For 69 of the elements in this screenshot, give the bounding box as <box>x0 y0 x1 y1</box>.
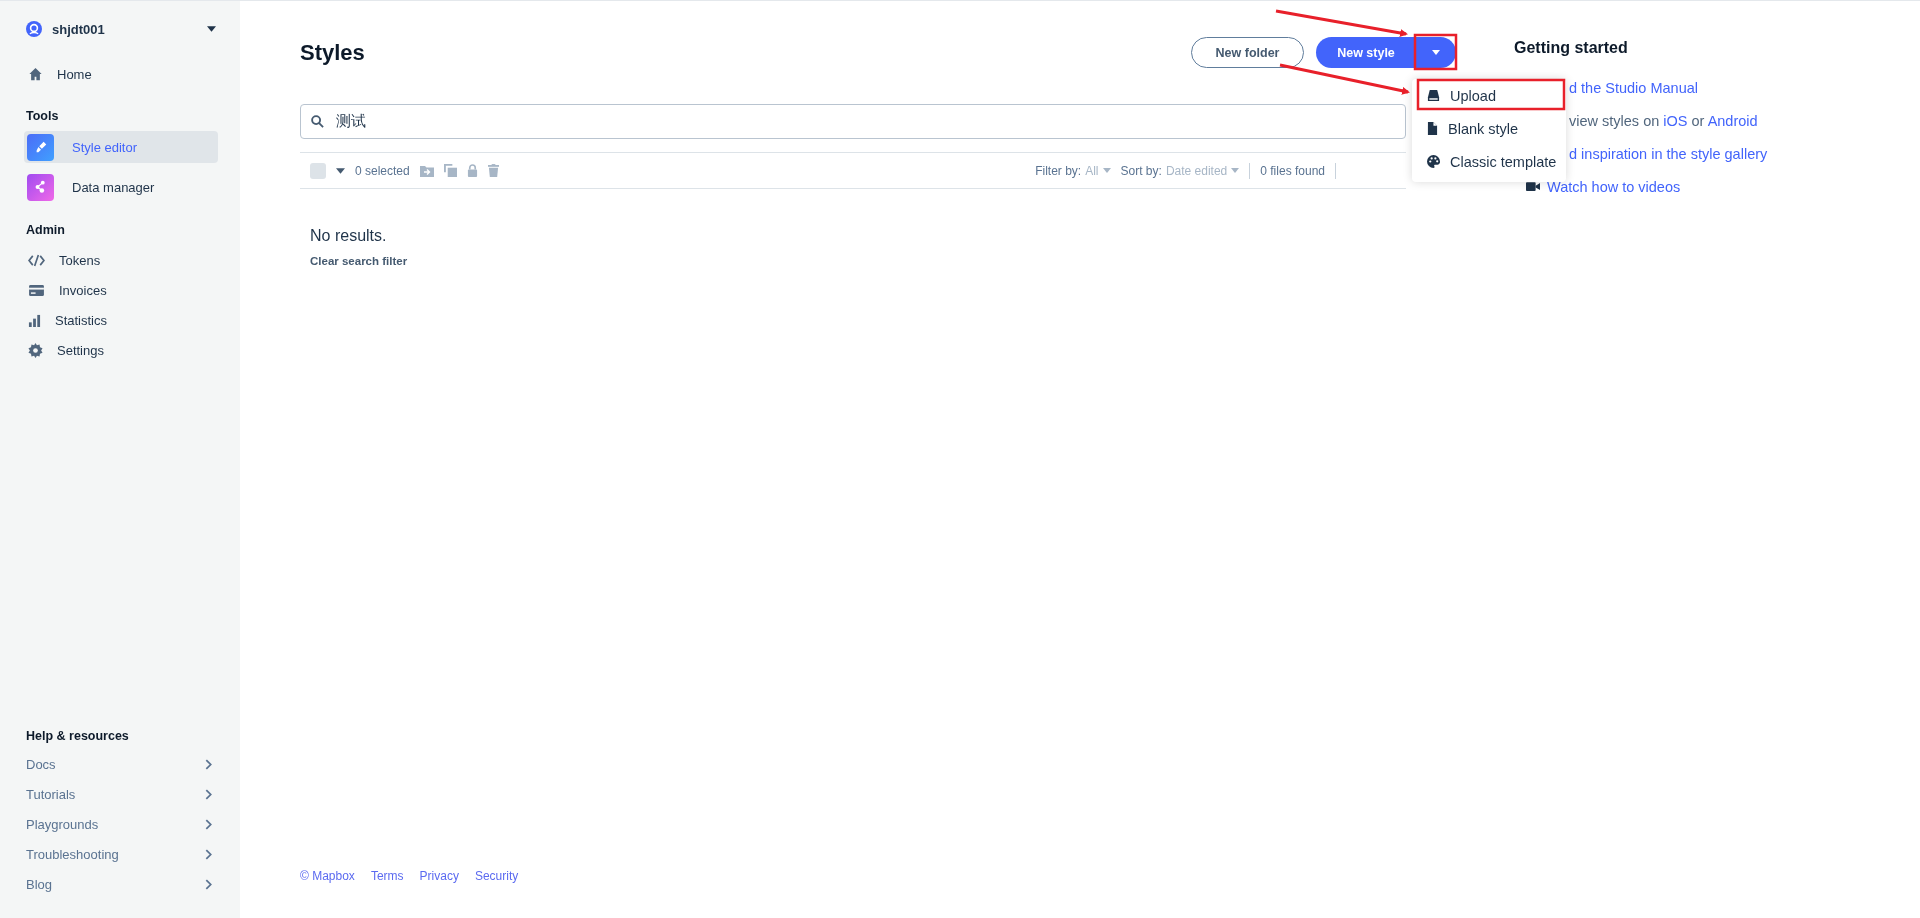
move-to-folder-icon[interactable] <box>419 164 434 177</box>
resource-link[interactable]: Docs <box>26 749 216 779</box>
help-link[interactable]: d inspiration in the style gallery <box>1569 145 1768 162</box>
nav-item[interactable]: Invoices <box>26 275 216 305</box>
selected-count: 0 selected <box>355 163 410 178</box>
help-link[interactable]: iOS <box>1663 112 1688 129</box>
resource-link[interactable]: Blog <box>26 869 216 899</box>
drive-icon <box>1427 89 1440 102</box>
menu-item[interactable]: Classic template <box>1412 145 1566 178</box>
page-title: Styles <box>300 39 365 66</box>
clear-filter-link[interactable]: Clear search filter <box>310 255 408 267</box>
filter-dropdown[interactable]: Filter by: All <box>1035 163 1111 178</box>
select-all-checkbox[interactable] <box>310 162 326 179</box>
nav-item[interactable]: Style editor <box>24 131 218 163</box>
panel-heading: Getting started <box>1514 39 1629 58</box>
nodes-icon <box>33 180 48 194</box>
palette-icon <box>1427 155 1440 168</box>
nav-item[interactable]: Home <box>26 59 216 89</box>
chevron-icon <box>205 818 212 830</box>
help-link[interactable]: d the Studio Manual <box>1569 79 1698 96</box>
resource-link[interactable]: Troubleshooting <box>26 839 216 869</box>
nav-item[interactable]: Statistics <box>26 305 216 335</box>
chevron-icon <box>205 848 212 860</box>
footer-link[interactable]: © Mapbox <box>300 869 355 883</box>
settings-icon <box>28 342 43 358</box>
section-heading: Tools <box>26 109 60 123</box>
avatar-icon <box>26 21 42 37</box>
chevron-icon <box>205 878 212 890</box>
caret-icon[interactable] <box>207 26 216 32</box>
help-text: view styles on iOS or Android <box>1569 112 1758 129</box>
duplicate-icon[interactable] <box>443 164 457 177</box>
search-field[interactable]: 测试 <box>300 104 1406 139</box>
help-link[interactable]: Android <box>1707 112 1758 129</box>
help-link[interactable]: Watch how to videos <box>1547 178 1681 195</box>
card-icon <box>28 283 45 297</box>
video-icon <box>1526 181 1540 192</box>
bar-chart-icon <box>28 313 41 327</box>
footer-link[interactable]: Security <box>474 869 519 883</box>
home-icon <box>28 67 43 81</box>
nav-item[interactable]: Data manager <box>24 171 218 203</box>
chevron-icon <box>205 758 212 770</box>
section-heading: Admin <box>26 223 66 237</box>
footer-link[interactable]: Terms <box>370 869 404 883</box>
account-name[interactable]: shjdt001 <box>52 21 207 37</box>
chevron-icon <box>205 788 212 800</box>
resource-link[interactable]: Playgrounds <box>26 809 216 839</box>
caret-icon[interactable] <box>336 167 345 174</box>
sort-dropdown[interactable]: Sort by: Date edited <box>1120 163 1240 178</box>
search-icon <box>311 115 324 128</box>
dropdown-button[interactable] <box>1416 37 1456 68</box>
file-count: 0 files found <box>1260 163 1325 178</box>
new-style-button[interactable]: New style <box>1316 37 1416 68</box>
section-heading: Help & resources <box>26 729 130 743</box>
empty-message: No results. <box>310 227 388 245</box>
caret-icon <box>1432 50 1440 55</box>
menu-item[interactable]: Upload <box>1412 79 1566 112</box>
trash-icon[interactable] <box>487 164 499 177</box>
menu-item[interactable]: Blank style <box>1412 112 1566 145</box>
lock-icon[interactable] <box>466 164 478 177</box>
resource-link[interactable]: Tutorials <box>26 779 216 809</box>
footer-link[interactable]: Privacy <box>419 869 459 883</box>
nav-item[interactable]: Tokens <box>26 245 216 275</box>
file-icon <box>1427 122 1438 135</box>
caret-icon <box>1231 168 1240 173</box>
nav-item[interactable]: Settings <box>26 335 216 365</box>
highlight-frame <box>1413 33 1458 71</box>
caret-icon <box>1102 168 1111 173</box>
new-folder-button[interactable]: New folder <box>1191 37 1304 68</box>
code-icon <box>28 253 45 267</box>
